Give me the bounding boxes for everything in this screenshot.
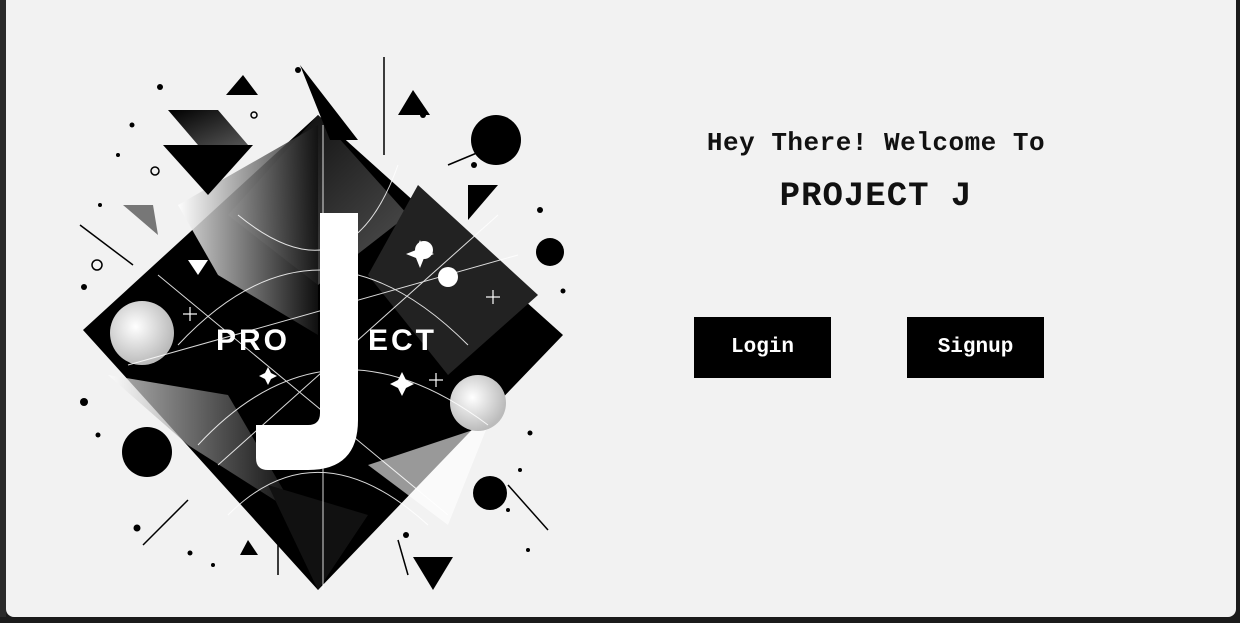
landing-page: PRO ECT Hey There! Welcome To PROJECT J …	[6, 0, 1236, 617]
project-j-logo: PRO ECT	[79, 57, 566, 590]
login-button[interactable]: Login	[694, 317, 831, 378]
logo-text-right: ECT	[368, 324, 437, 357]
signup-button[interactable]: Signup	[907, 317, 1044, 378]
logo-text-left: PRO	[216, 324, 290, 357]
welcome-greeting: Hey There! Welcome To	[706, 128, 1046, 158]
window-bottom-edge	[0, 617, 1240, 623]
page-title: PROJECT J	[779, 178, 973, 216]
